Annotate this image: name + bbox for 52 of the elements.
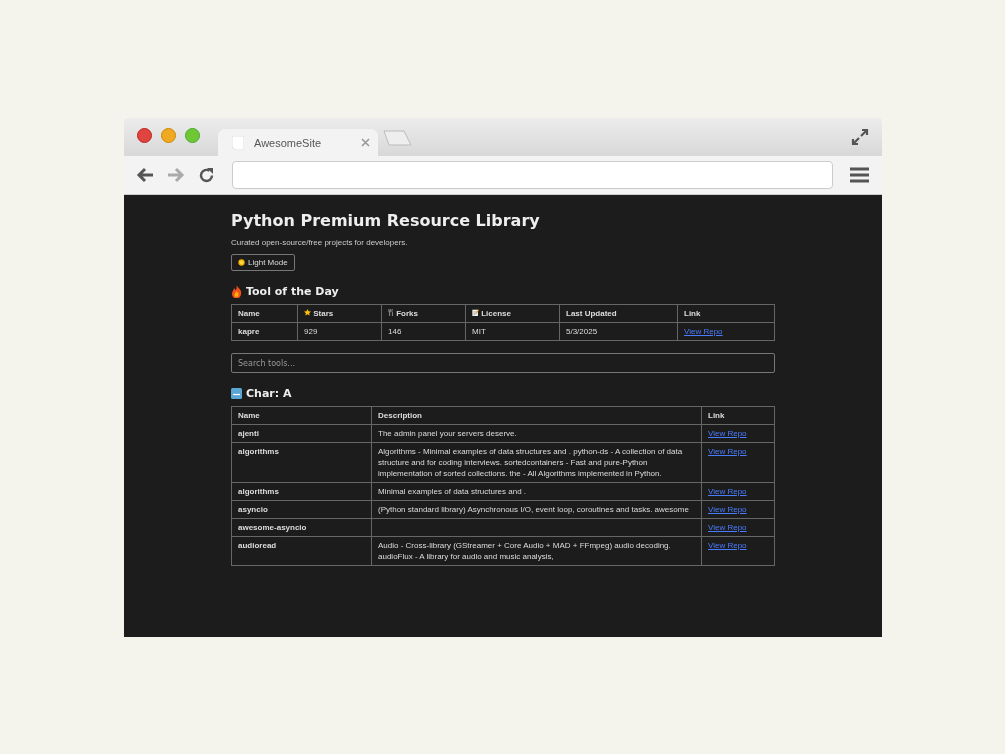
new-tab-button[interactable] (383, 130, 413, 146)
section-heading: Tool of the Day (246, 285, 339, 298)
page-icon (232, 135, 244, 150)
fork-knife-icon (388, 309, 394, 316)
table-cell: The admin panel your servers deserve. (371, 424, 702, 443)
column-header: Link (701, 406, 775, 425)
repo-link[interactable]: View Repo (708, 541, 747, 550)
table-cell: 146 (381, 322, 466, 341)
address-bar[interactable] (232, 161, 833, 189)
minimize-button[interactable] (161, 128, 176, 143)
forward-icon[interactable] (167, 167, 185, 183)
table-cell: 5/3/2025 (559, 322, 678, 341)
table-cell: audioread (231, 536, 372, 566)
zoom-button[interactable] (185, 128, 200, 143)
page-title: Python Premium Resource Library (231, 211, 541, 230)
table-cell: ajenti (231, 424, 372, 443)
table-cell: Audio - Cross-library (GStreamer + Core Audio + MAD + FFmpeg) audio decoding. audioFlux - A library for audio and music analysis, (371, 536, 702, 566)
table-cell: awesome-asyncio (231, 518, 372, 537)
table-cell: 929 (297, 322, 382, 341)
column-header: Link (677, 304, 775, 323)
table-cell: Algorithms - Minimal examples of data structures and . python-ds - A collection of data structure and for coding interviews. sortedcontainers - Fast and pure-Python implementation of sorted collections. the - All Algorithms implemented in Python. (371, 442, 702, 483)
column-header: Forks (381, 304, 466, 323)
menu-icon[interactable] (850, 167, 869, 183)
column-header: Name (231, 304, 298, 323)
theme-toggle-button[interactable]: Light Mode (231, 254, 295, 271)
table-cell: algorithms (231, 442, 372, 483)
browser-tab[interactable]: AwesomeSite (218, 129, 378, 156)
fire-icon (231, 285, 242, 298)
column-header: Name (231, 406, 372, 425)
column-header: Last Updated (559, 304, 678, 323)
table-cell: algorithms (231, 482, 372, 501)
section-heading: Char: A (246, 387, 292, 400)
table-cell: (Python standard library) Asynchronous I/O, event loop, coroutines and tasks. awesome (371, 500, 702, 519)
search-field[interactable]: Search tools... (231, 353, 775, 373)
sun-icon (238, 259, 245, 266)
memo-icon (472, 309, 479, 316)
table-cell: kapre (231, 322, 298, 341)
table-cell: asyncio (231, 500, 372, 519)
column-header: Description (371, 406, 702, 425)
column-header: Stars (297, 304, 382, 323)
column-header: License (465, 304, 560, 323)
close-button[interactable] (137, 128, 152, 143)
back-icon[interactable] (136, 167, 154, 183)
star-icon (304, 309, 311, 316)
repo-link[interactable]: View Repo (684, 327, 723, 336)
table-cell: Minimal examples of data structures and . (371, 482, 702, 501)
close-tab-icon[interactable] (361, 138, 370, 147)
table-cell: MIT (465, 322, 560, 341)
repo-link[interactable]: View Repo (708, 447, 747, 456)
fullscreen-icon[interactable] (851, 128, 869, 146)
reload-icon[interactable] (198, 166, 215, 184)
page-subtitle: Curated open-source/free projects for developers. (231, 238, 409, 247)
